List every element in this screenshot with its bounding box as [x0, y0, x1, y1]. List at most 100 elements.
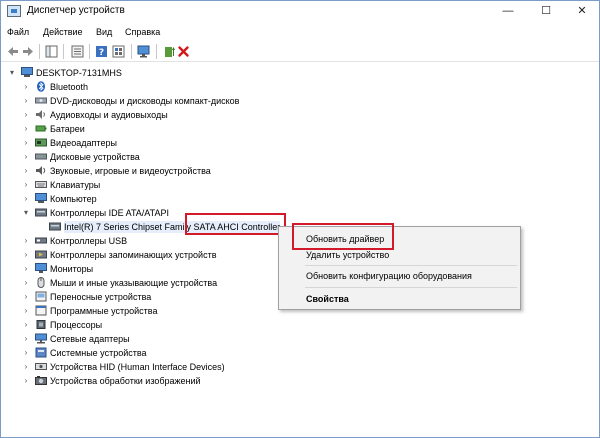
chevron-right-icon[interactable]: ›: [22, 291, 30, 303]
chevron-right-icon[interactable]: ›: [22, 95, 30, 107]
hid-icon: [35, 363, 47, 370]
chevron-right-icon[interactable]: ›: [22, 179, 30, 191]
camera-icon: [35, 376, 47, 385]
highlight-box-update-driver: [292, 223, 394, 250]
context-properties[interactable]: Свойства: [306, 294, 349, 304]
tree-item-storage-controllers[interactable]: › Контроллеры запоминающих устройств: [1, 248, 301, 262]
toolbar-separator: [63, 44, 64, 59]
properties-icon[interactable]: [71, 45, 84, 58]
tree-item-dvd-drives[interactable]: › DVD-дисководы и дисководы компакт-диск…: [1, 94, 301, 108]
device-manager-icon: [7, 5, 21, 17]
disk-drive-icon: [35, 153, 47, 160]
tree-item-label: Клавиатуры: [50, 180, 101, 190]
menu-action[interactable]: Действие: [43, 27, 83, 37]
svg-text:?: ?: [99, 48, 104, 58]
computer-icon: [35, 193, 47, 203]
tree-item-label: Устройства обработки изображений: [50, 376, 201, 386]
chevron-right-icon[interactable]: ›: [22, 375, 30, 387]
chevron-right-icon[interactable]: ›: [22, 333, 30, 345]
chevron-right-icon[interactable]: ›: [22, 249, 30, 261]
tree-item-imaging-devices[interactable]: › Устройства обработки изображений: [1, 374, 301, 388]
tree-item-label: Видеоадаптеры: [50, 138, 117, 148]
window-title: Диспетчер устройств: [27, 5, 125, 16]
tree-item-label: Устройства HID (Human Interface Devices): [50, 362, 225, 372]
mouse-icon: [37, 277, 45, 288]
tree-item-keyboards[interactable]: › Клавиатуры: [1, 178, 301, 192]
tree-item-mice[interactable]: › Мыши и иные указывающие устройства: [1, 276, 301, 290]
chevron-right-icon[interactable]: ›: [22, 263, 30, 275]
tree-item-portable-devices[interactable]: › Переносные устройства: [1, 290, 301, 304]
maximize-button[interactable]: ☐: [531, 1, 561, 22]
tree-item-sound-devices[interactable]: › Звуковые, игровые и видеоустройства: [1, 164, 301, 178]
minimize-button[interactable]: —: [493, 1, 523, 22]
tree-item-computer[interactable]: › Компьютер: [1, 192, 301, 206]
tree-item-label: Контроллеры IDE ATA/ATAPI: [50, 208, 169, 218]
tree-item-label: Контроллеры запоминающих устройств: [50, 250, 217, 260]
chevron-down-icon[interactable]: ▾: [8, 67, 16, 79]
tree-item-disk-drives[interactable]: › Дисковые устройства: [1, 150, 301, 164]
chevron-right-icon[interactable]: ›: [22, 319, 30, 331]
portable-device-icon: [35, 291, 47, 302]
forward-arrow-icon[interactable]: [22, 45, 35, 58]
menu-file[interactable]: Файл: [7, 27, 29, 37]
chevron-right-icon[interactable]: ›: [22, 137, 30, 149]
software-device-icon: [35, 305, 47, 316]
menu-view[interactable]: Вид: [96, 27, 112, 37]
ide-controller-icon: [49, 222, 61, 231]
chevron-right-icon[interactable]: ›: [22, 277, 30, 289]
chevron-right-icon[interactable]: ›: [22, 81, 30, 93]
highlight-box-controller: [185, 213, 286, 235]
chevron-right-icon[interactable]: ›: [22, 235, 30, 247]
tree-item-bluetooth[interactable]: › Bluetooth: [1, 80, 301, 94]
context-scan-hardware[interactable]: Обновить конфигурацию оборудования: [306, 271, 472, 281]
chevron-right-icon[interactable]: ›: [22, 305, 30, 317]
tree-item-audio-io[interactable]: › Аудиовходы и аудиовыходы: [1, 108, 301, 122]
toolbar-separator: [156, 44, 157, 59]
chevron-right-icon[interactable]: ›: [22, 347, 30, 359]
view-list-icon[interactable]: [112, 45, 125, 58]
computer-icon: [21, 67, 33, 77]
tree-item-software-devices[interactable]: › Программные устройства: [1, 304, 301, 318]
tree-item-usb-controllers[interactable]: › Контроллеры USB: [1, 234, 301, 248]
tree-item-network-adapters[interactable]: › Сетевые адаптеры: [1, 332, 301, 346]
tree-item-monitors[interactable]: › Мониторы: [1, 262, 301, 276]
tree-item-label: Программные устройства: [50, 306, 158, 316]
uninstall-x-icon[interactable]: [177, 45, 190, 58]
tree-item-label: DVD-дисководы и дисководы компакт-дисков: [50, 96, 240, 106]
tree-item-label: Bluetooth: [50, 82, 89, 92]
context-remove-device[interactable]: Удалить устройство: [306, 250, 389, 260]
dvd-drive-icon: [35, 97, 47, 104]
chevron-right-icon[interactable]: ›: [22, 123, 30, 135]
back-arrow-icon[interactable]: [6, 45, 19, 58]
chevron-right-icon[interactable]: ›: [22, 109, 30, 121]
help-icon[interactable]: ?: [95, 45, 108, 58]
network-adapter-icon: [35, 333, 47, 344]
tree-item-hid-devices[interactable]: › Устройства HID (Human Interface Device…: [1, 360, 301, 374]
scan-hardware-monitor-icon[interactable]: [137, 45, 150, 58]
chevron-right-icon[interactable]: ›: [22, 193, 30, 205]
speaker-icon: [36, 110, 45, 119]
tree-item-label: Дисковые устройства: [50, 152, 140, 162]
menu-help[interactable]: Справка: [125, 27, 160, 37]
tree-item-display-adapters[interactable]: › Видеоадаптеры: [1, 136, 301, 150]
close-button[interactable]: ✕: [567, 1, 597, 22]
tree-item-system-devices[interactable]: › Системные устройства: [1, 346, 301, 360]
chevron-down-icon[interactable]: ▾: [22, 207, 30, 219]
tree-item-label: Компьютер: [50, 194, 97, 204]
storage-controller-icon: [35, 250, 47, 259]
chevron-right-icon[interactable]: ›: [22, 361, 30, 373]
tree-root[interactable]: ▾ DESKTOP-7131MHS: [1, 66, 301, 80]
toolbar-separator: [131, 44, 132, 59]
menu-bar: Файл Действие Вид Справка: [1, 22, 599, 41]
tree-item-label: Переносные устройства: [50, 292, 152, 302]
tree-item-batteries[interactable]: › Батареи: [1, 122, 301, 136]
chevron-right-icon[interactable]: ›: [22, 165, 30, 177]
tree-item-processors[interactable]: › Процессоры: [1, 318, 301, 332]
tree-item-label: Мыши и иные указывающие устройства: [50, 278, 218, 288]
tree-item-label: Системные устройства: [50, 348, 147, 358]
sound-device-icon: [36, 166, 46, 175]
update-driver-icon[interactable]: [163, 45, 176, 58]
tree-item-label: Звуковые, игровые и видеоустройства: [50, 166, 211, 176]
chevron-right-icon[interactable]: ›: [22, 151, 30, 163]
show-hide-console-tree-icon[interactable]: [45, 45, 58, 58]
